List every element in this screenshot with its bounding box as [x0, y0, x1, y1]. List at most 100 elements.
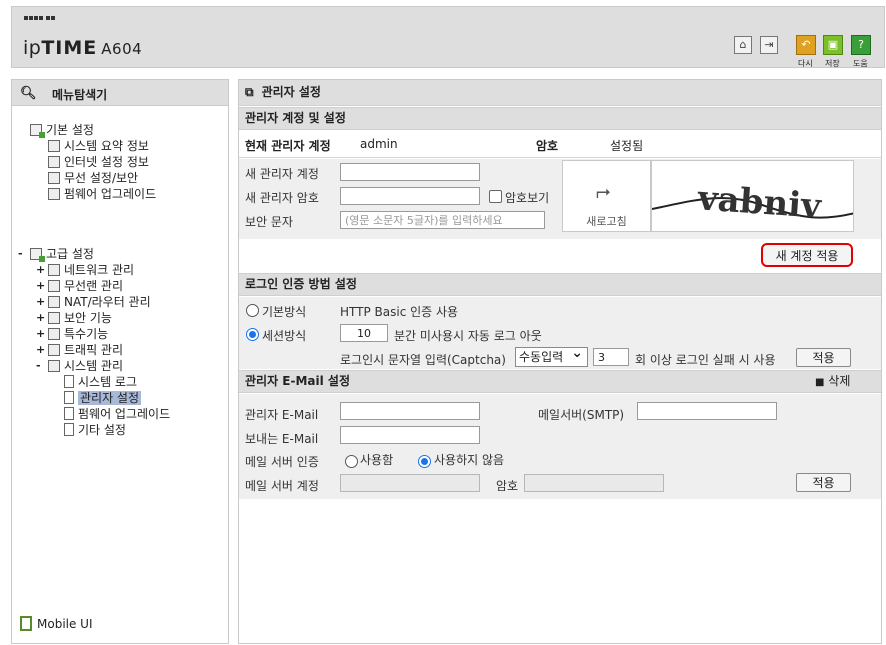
sidebar-title-bar: 🔍︎ 메뉴탐색기: [12, 80, 228, 106]
new-account-label: 새 관리자 계정: [245, 167, 319, 181]
save-icon[interactable]: ▣: [823, 35, 843, 55]
sender-email-label: 보내는 E-Mail: [245, 432, 319, 446]
apply-new-account-button[interactable]: 새 계정 적용: [761, 243, 853, 267]
home-icon[interactable]: ⌂: [734, 36, 752, 54]
save-caption: 저장: [825, 59, 840, 68]
tree-group-wireless[interactable]: + 무선랜 관리: [36, 278, 123, 294]
refresh-icon: ⮣: [596, 181, 611, 202]
logout-icon[interactable]: ⇥: [760, 36, 778, 54]
mail-auth-not-use-radio[interactable]: [418, 455, 431, 468]
mail-account-input[interactable]: [340, 474, 480, 492]
special-icon: [48, 328, 60, 340]
mail-auth-use-label: 사용함: [360, 453, 394, 467]
mail-password-label: 암호: [496, 479, 519, 493]
mail-auth-not-use-label: 사용하지 않음: [434, 453, 505, 467]
expand-toggle[interactable]: +: [36, 262, 46, 278]
tree-item-firmware-upgrade-basic[interactable]: 펌웨어 업그레이드: [48, 186, 156, 202]
new-account-input[interactable]: [340, 163, 480, 181]
smtp-input[interactable]: [637, 402, 777, 420]
folder-icon: [30, 248, 45, 262]
mail-account-label: 메일 서버 계정: [245, 479, 319, 493]
mail-password-input[interactable]: [524, 474, 664, 492]
expand-toggle[interactable]: +: [36, 342, 46, 358]
expand-toggle[interactable]: +: [36, 278, 46, 294]
tree-item-system-log[interactable]: 시스템 로그: [64, 374, 137, 390]
folder-icon: [30, 124, 45, 138]
tree-advanced-settings[interactable]: - 고급 설정: [18, 246, 94, 262]
sender-email-input[interactable]: [340, 426, 480, 444]
monitor-icon: [48, 156, 60, 168]
email-apply-button[interactable]: 적용: [796, 473, 851, 492]
help-caption: 도움: [853, 59, 868, 68]
mail-auth-use-radio[interactable]: [345, 455, 358, 468]
brand-logo: ipTIME A604: [23, 37, 143, 59]
refresh-label: 새로고침: [586, 215, 627, 228]
tree-item-firmware-upgrade[interactable]: 펌웨어 업그레이드: [64, 406, 170, 422]
captcha-login-label: 로그인시 문자열 입력(Captcha): [340, 353, 506, 367]
traffic-icon: [48, 344, 60, 356]
mobile-ui-link[interactable]: Mobile UI: [20, 616, 93, 631]
tree-group-special[interactable]: + 특수기능: [36, 326, 108, 342]
email-delete-button[interactable]: ■ 삭제: [815, 371, 850, 393]
chart-icon: [48, 360, 60, 372]
tree-item-admin-settings[interactable]: 관리자 설정: [64, 390, 142, 406]
email-section-title: 관리자 E-Mail 설정 ■ 삭제: [239, 370, 881, 393]
captcha-input[interactable]: [340, 211, 545, 229]
back-caption: 다시: [798, 59, 813, 68]
svg-text:vabniv: vabniv: [696, 178, 824, 227]
router-icon: [48, 296, 60, 308]
captcha-refresh-button[interactable]: ⮣ 새로고침: [562, 160, 651, 232]
collapse-toggle[interactable]: -: [36, 358, 46, 374]
top-header: ipTIME A604 ⌂ ⇥ ↶ ▣ ? 다시 저장 도움: [11, 6, 885, 68]
expand-toggle[interactable]: +: [36, 310, 46, 326]
help-icon[interactable]: ?: [851, 35, 871, 55]
tree-group-nat-router[interactable]: + NAT/라우터 관리: [36, 294, 151, 310]
document-icon: [64, 423, 74, 436]
chart-icon: [48, 140, 60, 152]
wireless-icon: [48, 172, 60, 184]
session-timeout-input[interactable]: [340, 324, 388, 342]
tree-group-network[interactable]: + 네트워크 관리: [36, 262, 134, 278]
mail-auth-label: 메일 서버 인증: [245, 455, 319, 469]
logo-dots-icon: [24, 16, 56, 21]
document-icon: [64, 391, 74, 404]
current-account-value: admin: [360, 137, 398, 151]
captcha-image: vabniv: [651, 160, 854, 232]
expand-toggle[interactable]: +: [36, 294, 46, 310]
current-account-row: 현재 관리자 계정 admin 암호 설정됨: [239, 131, 881, 158]
basic-auth-description: HTTP Basic 인증 사용: [340, 305, 459, 319]
sidebar-title: 메뉴탐색기: [52, 88, 108, 102]
tree-basic-settings[interactable]: 기본 설정: [30, 122, 94, 138]
tree-item-wireless-security[interactable]: 무선 설정/보안: [48, 170, 138, 186]
expand-toggle[interactable]: +: [36, 326, 46, 342]
new-password-input[interactable]: [340, 187, 480, 205]
admin-email-input[interactable]: [340, 402, 480, 420]
basic-auth-label: 기본방식: [262, 305, 307, 319]
wireless-icon: [48, 280, 60, 292]
lock-icon: [48, 312, 60, 324]
login-section-title: 로그인 인증 방법 설정: [239, 273, 881, 296]
minus-icon: ■: [815, 377, 825, 388]
main-panel: ⧉ 관리자 설정 관리자 계정 및 설정 현재 관리자 계정 admin 암호 설…: [238, 79, 882, 644]
smtp-label: 메일서버(SMTP): [538, 408, 625, 422]
tree-item-internet-info[interactable]: 인터넷 설정 정보: [48, 154, 149, 170]
back-icon[interactable]: ↶: [796, 35, 816, 55]
password-status: 설정됨: [610, 139, 644, 153]
session-timeout-description: 분간 미사용시 자동 로그 아웃: [394, 329, 542, 343]
captcha-label: 보안 문자: [245, 215, 293, 229]
tree-group-traffic[interactable]: + 트래픽 관리: [36, 342, 123, 358]
current-account-label: 현재 관리자 계정: [245, 139, 331, 153]
fail-count-input[interactable]: [593, 348, 629, 366]
show-password-checkbox[interactable]: [489, 190, 502, 203]
apply-account-row: 새 계정 적용: [239, 239, 881, 269]
collapse-toggle[interactable]: -: [18, 246, 28, 262]
captcha-mode-select[interactable]: 수동입력: [515, 344, 588, 367]
tree-group-system[interactable]: - 시스템 관리: [36, 358, 123, 374]
tree-item-system-summary[interactable]: 시스템 요약 정보: [48, 138, 149, 154]
tree-item-other-settings[interactable]: 기타 설정: [64, 422, 126, 438]
session-auth-radio[interactable]: [246, 328, 259, 341]
tree-group-security[interactable]: + 보안 기능: [36, 310, 112, 326]
basic-auth-radio[interactable]: [246, 304, 259, 317]
captcha-mode-value: 수동입력: [519, 350, 564, 364]
login-apply-button[interactable]: 적용: [796, 348, 851, 367]
